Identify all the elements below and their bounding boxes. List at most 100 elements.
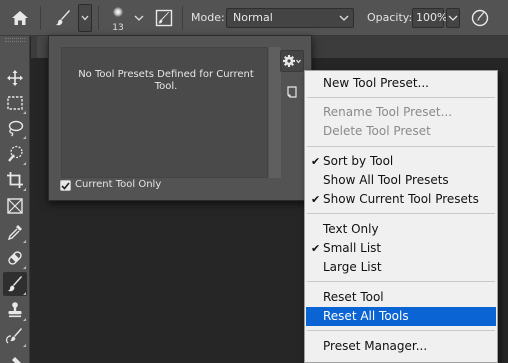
- empty-presets-message: No Tool Presets Defined for Current Tool…: [78, 69, 254, 92]
- menu-item-label: Preset Manager...: [323, 339, 428, 353]
- menu-item-label: Reset Tool: [323, 290, 384, 304]
- menu-item-label: Sort by Tool: [323, 154, 394, 168]
- brush-tool[interactable]: [3, 272, 27, 296]
- menu-item-label: Small List: [323, 241, 382, 255]
- history-brush-tool-icon: [6, 328, 22, 344]
- clone-stamp-tool-icon: [8, 302, 22, 318]
- menu-item-label: Show All Tool Presets: [323, 173, 449, 187]
- menu-separator: [307, 330, 495, 331]
- pen-pressure-icon: [471, 9, 489, 27]
- marquee-tool[interactable]: [3, 91, 27, 115]
- menu-separator: [307, 146, 495, 147]
- brush-preset-dropdown[interactable]: [132, 11, 146, 25]
- menu-item-preset-manager[interactable]: Preset Manager...: [306, 337, 496, 356]
- eraser-tool[interactable]: [3, 349, 27, 363]
- menu-separator: [307, 97, 495, 98]
- move-tool-icon: [7, 70, 23, 86]
- create-new-preset-button[interactable]: [282, 82, 302, 102]
- menu-item-reset-all-tools[interactable]: Reset All Tools: [306, 307, 496, 326]
- checkmark-icon: ✔: [311, 155, 321, 168]
- brush-settings-panel-toggle[interactable]: [152, 6, 176, 30]
- marquee-tool-icon: [7, 96, 23, 110]
- opacity-value: 100%: [416, 11, 448, 24]
- tool-presets-panel: No Tool Presets Defined for Current Tool…: [48, 35, 312, 201]
- menu-item-label: Delete Tool Preset: [323, 124, 431, 138]
- home-icon: [12, 11, 28, 25]
- tool-group-indicator: [23, 292, 26, 295]
- checkmark-icon: ✔: [311, 193, 321, 206]
- menu-separator: [307, 281, 495, 282]
- blend-mode-value: Normal: [233, 11, 273, 24]
- menu-item-new-tool-preset[interactable]: New Tool Preset...: [306, 74, 496, 93]
- mode-label: Mode:: [191, 11, 225, 24]
- gear-icon: [283, 55, 301, 67]
- opacity-label: Opacity:: [367, 11, 413, 24]
- menu-item-show-all-tool-presets[interactable]: Show All Tool Presets: [306, 171, 496, 190]
- current-tool-only-checkbox[interactable]: [60, 180, 71, 191]
- menu-item-reset-tool[interactable]: Reset Tool: [306, 288, 496, 307]
- quick-select-tool[interactable]: [3, 142, 27, 166]
- brush-icon: [56, 10, 70, 26]
- tool-group-indicator: [23, 111, 26, 114]
- crop-tool[interactable]: [3, 168, 27, 192]
- frame-tool[interactable]: [3, 194, 27, 218]
- eraser-tool-icon: [12, 357, 21, 363]
- eyedropper-tool-icon: [7, 225, 22, 241]
- checkmark-icon: ✔: [311, 242, 321, 255]
- tool-group-indicator: [23, 344, 26, 347]
- options-bar: 13 Mode: Normal Opacity: 100%: [0, 0, 508, 36]
- opacity-slider-dropdown[interactable]: [446, 8, 460, 28]
- menu-item-text-only[interactable]: Text Only: [306, 220, 496, 239]
- tool-group-indicator: [23, 240, 26, 243]
- menu-item-rename-tool-preset: Rename Tool Preset...: [306, 103, 496, 122]
- current-tool-only-label: Current Tool Only: [75, 179, 162, 190]
- brush-panel-icon: [155, 9, 173, 27]
- tool-presets-context-menu: New Tool Preset... Rename Tool Preset...…: [304, 70, 498, 363]
- brush-preset-picker[interactable]: 13: [106, 4, 130, 34]
- chevron-down-icon: [134, 15, 144, 21]
- chevron-down-icon: [448, 15, 458, 21]
- history-brush-tool[interactable]: [3, 324, 27, 348]
- lasso-tool[interactable]: [3, 116, 27, 140]
- brush-tool-icon: [8, 276, 22, 292]
- healing-brush-tool-icon: [8, 251, 22, 265]
- opacity-input[interactable]: 100%: [412, 8, 448, 28]
- new-preset-icon: [287, 86, 297, 98]
- lasso-tool-icon: [8, 120, 24, 137]
- eyedropper-tool[interactable]: [3, 220, 27, 244]
- home-button[interactable]: [6, 6, 34, 30]
- menu-item-small-list[interactable]: ✔ Small List: [306, 239, 496, 258]
- menu-separator: [307, 213, 495, 214]
- menu-item-label: New Tool Preset...: [323, 76, 429, 90]
- tool-group-indicator: [23, 162, 26, 165]
- menu-item-show-current-tool-presets[interactable]: ✔ Show Current Tool Presets: [306, 190, 496, 209]
- menu-item-label: Reset All Tools: [323, 309, 409, 323]
- frame-tool-icon: [7, 198, 23, 214]
- presets-menu-button[interactable]: [280, 50, 304, 72]
- blend-mode-select[interactable]: Normal: [226, 8, 354, 28]
- menu-item-label: Text Only: [323, 222, 379, 236]
- tool-group-indicator: [23, 136, 26, 139]
- tool-preset-dropdown[interactable]: [78, 4, 92, 32]
- tool-presets-list[interactable]: No Tool Presets Defined for Current Tool…: [61, 47, 268, 178]
- checkmark-icon: [61, 181, 70, 190]
- tool-group-indicator: [23, 266, 26, 269]
- panel-grip[interactable]: [5, 38, 25, 42]
- tool-preset-picker-button[interactable]: [50, 6, 76, 30]
- menu-item-delete-tool-preset: Delete Tool Preset: [306, 122, 496, 141]
- menu-item-large-list[interactable]: Large List: [306, 258, 496, 277]
- toolbar-separator: [40, 6, 41, 30]
- menu-item-label: Rename Tool Preset...: [323, 105, 453, 119]
- pressure-opacity-button[interactable]: [468, 6, 492, 30]
- brush-tip-preview: [113, 7, 123, 17]
- tools-panel: [0, 36, 30, 363]
- clone-stamp-tool[interactable]: [3, 298, 27, 322]
- tool-group-indicator: [23, 318, 26, 321]
- menu-item-label: Large List: [323, 260, 382, 274]
- toolbar-separator: [98, 6, 99, 30]
- menu-item-sort-by-tool[interactable]: ✔ Sort by Tool: [306, 152, 496, 171]
- move-tool[interactable]: [3, 66, 27, 90]
- healing-brush-tool[interactable]: [3, 246, 27, 270]
- quick-select-tool-icon: [8, 145, 23, 162]
- chevron-down-icon: [81, 15, 89, 21]
